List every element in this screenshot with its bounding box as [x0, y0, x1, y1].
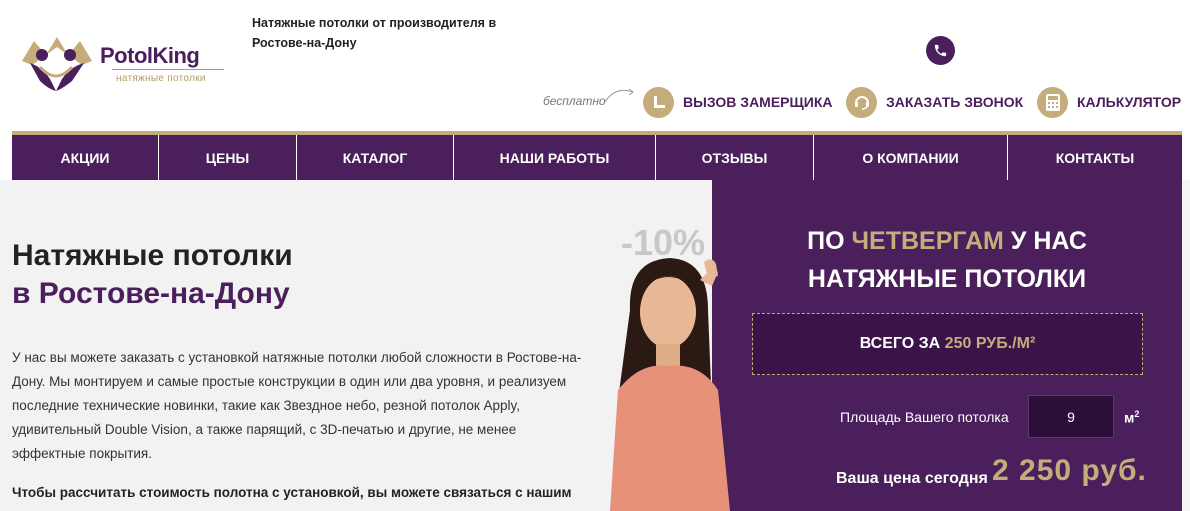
logo-crown-icon — [22, 37, 92, 91]
nav-item-catalog[interactable]: КАТАЛОГ — [297, 135, 454, 180]
page-title-line1: Натяжные потолки — [12, 239, 293, 272]
calculator-button[interactable]: КАЛЬКУЛЯТОР — [1037, 85, 1181, 119]
calculator-label: КАЛЬКУЛЯТОР — [1077, 94, 1182, 110]
promo-price-value: 250 РУБ./М² — [944, 335, 1036, 352]
area-unit: м2 — [1124, 409, 1139, 426]
header-tagline: Натяжные потолки от производителя в Рост… — [252, 16, 497, 50]
free-note: бесплатно — [543, 94, 606, 108]
logo[interactable]: PotolKing натяжные потолки — [12, 33, 227, 93]
page-title: Натяжные потолки в Ростове-на-Дону — [12, 237, 293, 313]
area-input[interactable] — [1028, 395, 1114, 438]
intro-paragraph: У нас вы можете заказать с установкой на… — [12, 350, 582, 461]
today-price-label: Ваша цена сегодня — [836, 470, 988, 487]
promo-title-line2: НАТЯЖНЫЕ ПОТОЛКИ — [807, 265, 1087, 293]
nav-item-promotions[interactable]: АКЦИИ — [12, 135, 159, 180]
right-edge-strip — [1182, 180, 1190, 511]
order-call-button[interactable]: ЗАКАЗАТЬ ЗВОНОК — [846, 85, 1023, 119]
call-measurer-button[interactable]: ВЫЗОВ ЗАМЕРЩИКА — [643, 85, 833, 119]
logo-divider — [112, 69, 224, 70]
nav-item-reviews[interactable]: ОТЗЫВЫ — [656, 135, 814, 180]
area-unit-sup: 2 — [1134, 409, 1140, 419]
contact-paragraph: Чтобы рассчитать стоимость полотна с уст… — [12, 485, 572, 500]
phone-icon — [934, 44, 947, 57]
main-nav: АКЦИИ ЦЕНЫ КАТАЛОГ НАШИ РАБОТЫ ОТЗЫВЫ О … — [12, 131, 1182, 180]
promo-price-pre: ВСЕГО ЗА — [859, 335, 941, 352]
arrow-icon — [604, 88, 634, 103]
page-title-line2: в Ростове-на-Дону — [12, 277, 290, 310]
promo-title-highlight: ЧЕТВЕРГАМ — [851, 227, 1004, 255]
nav-item-contacts[interactable]: КОНТАКТЫ — [1008, 135, 1182, 180]
promo-title: ПО ЧЕТВЕРГАМ У НАС НАТЯЖНЫЕ ПОТОЛКИ — [712, 222, 1182, 298]
order-call-label: ЗАКАЗАТЬ ЗВОНОК — [886, 94, 1024, 110]
nav-item-our-works[interactable]: НАШИ РАБОТЫ — [454, 135, 656, 180]
promo-price-box: ВСЕГО ЗА 250 РУБ./М² — [752, 313, 1143, 375]
measure-icon — [643, 86, 674, 118]
phone-button[interactable] — [926, 36, 955, 65]
promo-title-post: У НАС — [1003, 227, 1087, 255]
area-label: Площадь Вашего потолка — [840, 409, 1009, 425]
area-unit-text: м — [1124, 409, 1135, 426]
nav-item-about[interactable]: О КОМПАНИИ — [814, 135, 1008, 180]
promo-title-pre: ПО — [807, 227, 852, 255]
headset-icon — [846, 86, 877, 118]
nav-item-prices[interactable]: ЦЕНЫ — [159, 135, 297, 180]
today-price-value: 2 250 руб. — [992, 454, 1147, 487]
page: PotolKing натяжные потолки Натяжные пото… — [0, 0, 1190, 511]
brand-subtitle: натяжные потолки — [116, 73, 206, 84]
brand-name: PotolKing — [100, 43, 200, 68]
woman-illustration — [610, 258, 730, 511]
call-measurer-label: ВЫЗОВ ЗАМЕРЩИКА — [683, 94, 833, 110]
promo-title-line1: ПО ЧЕТВЕРГАМ У НАС — [712, 222, 1182, 260]
calculator-icon — [1037, 86, 1068, 118]
